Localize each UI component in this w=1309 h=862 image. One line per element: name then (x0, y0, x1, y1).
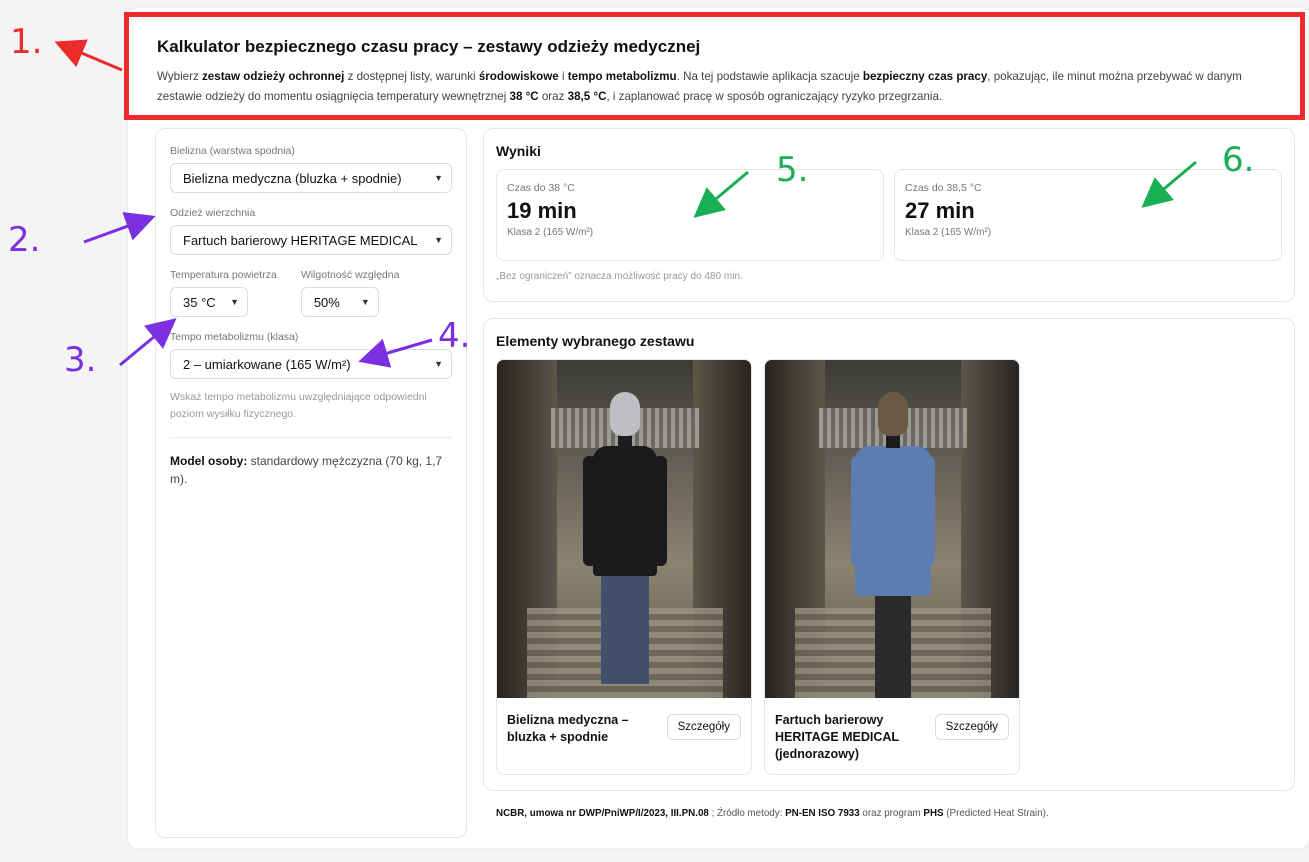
element-name: Bielizna medyczna – bluzka + spodnie (507, 713, 629, 744)
result-38-5: Czas do 38,5 °C 27 min Klasa 2 (165 W/m²… (894, 169, 1282, 261)
footer-credits: NCBR, umowa nr DWP/PniWP/I/2023, III.PN.… (496, 808, 1049, 819)
elements-panel: Elementy wybranego zestawu Bielizna medy… (483, 318, 1295, 791)
mannequin-photo (497, 360, 751, 698)
details-button[interactable]: Szczegóły (666, 714, 741, 740)
chevron-down-icon: ▼ (434, 173, 443, 183)
metabolism-label: Tempo metabolizmu (klasa) (170, 331, 299, 343)
result-38: Czas do 38 °C 19 min Klasa 2 (165 W/m²) (496, 169, 884, 261)
annotation-label-4: 4. (438, 316, 471, 356)
outerwear-label: Odzież wierzchnia (170, 207, 256, 219)
results-note: „Bez ograniczeń” oznacza możliwość pracy… (496, 271, 743, 282)
annotation-label-1: 1. (10, 22, 43, 62)
annotation-label-6: 6. (1222, 140, 1255, 180)
result-38-5-value: 27 min (905, 198, 975, 223)
chevron-down-icon: ▼ (230, 297, 239, 307)
page-description: Wybierz zestaw odzieży ochronnej z dostę… (157, 70, 1242, 103)
element-card: Bielizna medyczna – bluzka + spodnie Szc… (496, 359, 752, 775)
page-header: Kalkulator bezpiecznego czasu pracy – ze… (124, 12, 1305, 120)
outerwear-select[interactable]: Fartuch barierowy HERITAGE MEDICAL ▼ (170, 225, 452, 255)
chevron-down-icon: ▼ (434, 359, 443, 369)
result-38-value: 19 min (507, 198, 577, 223)
details-button[interactable]: Szczegóły (934, 714, 1009, 740)
chevron-down-icon: ▼ (360, 297, 370, 307)
settings-panel: Bielizna (warstwa spodnia) Bielizna medy… (155, 128, 467, 838)
annotation-label-5: 5. (776, 150, 809, 190)
underwear-label: Bielizna (warstwa spodnia) (170, 145, 295, 157)
air-temperature-label: Temperatura powietrza (170, 269, 277, 281)
results-panel: Wyniki Czas do 38 °C 19 min Klasa 2 (165… (483, 128, 1295, 302)
results-title: Wyniki (496, 143, 541, 159)
mannequin-photo (765, 360, 1019, 698)
elements-title: Elementy wybranego zestawu (496, 333, 695, 349)
annotation-arrow-1 (54, 39, 123, 72)
humidity-label: Wilgotność względna (300, 269, 400, 281)
annotation-label-3: 3. (64, 340, 97, 380)
page-title: Kalkulator bezpiecznego czasu pracy – ze… (157, 37, 701, 56)
air-temperature-select[interactable]: 35 °C ▼ (170, 287, 248, 317)
underwear-select[interactable]: Bielizna medyczna (bluzka + spodnie) ▼ (170, 163, 452, 193)
element-name: Fartuch barierowy HERITAGE MEDICAL (jedn… (775, 713, 899, 761)
element-card: Fartuch barierowy HERITAGE MEDICAL (jedn… (764, 359, 1020, 775)
metabolism-hint: Wskaż tempo metabolizmu uwzględniające o… (170, 389, 452, 438)
chevron-down-icon: ▼ (434, 235, 443, 245)
person-model: Model osoby: standardowy mężczyzna (70 k… (170, 454, 443, 486)
annotation-label-2: 2. (8, 220, 41, 260)
humidity-select[interactable]: 50% ▼ (300, 287, 379, 317)
metabolism-select[interactable]: 2 – umiarkowane (165 W/m²) ▼ (170, 349, 452, 379)
